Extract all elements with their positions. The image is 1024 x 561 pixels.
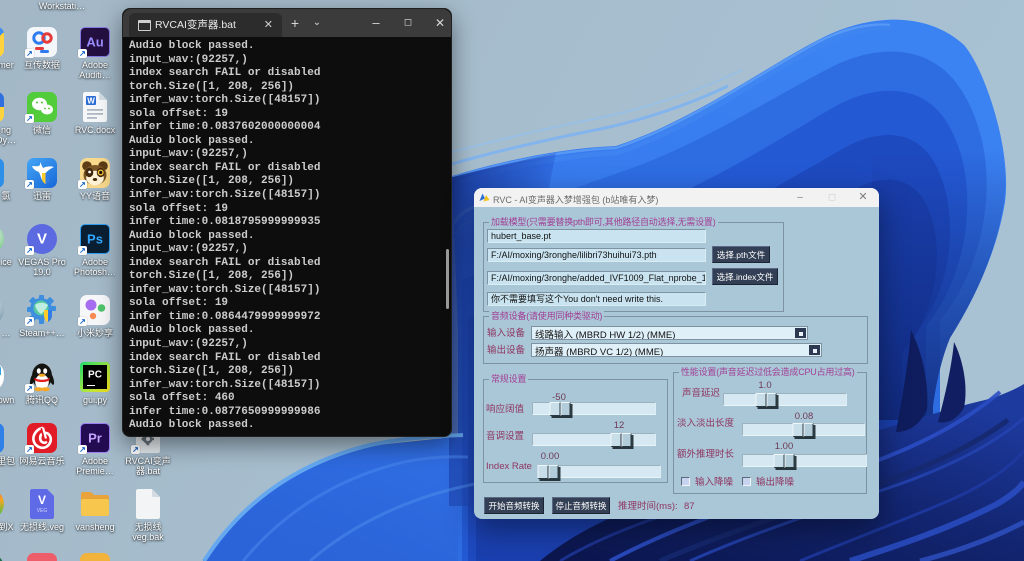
svg-text:VEG: VEG	[37, 508, 48, 514]
svg-text:W: W	[87, 97, 95, 106]
svg-text:V: V	[38, 493, 46, 507]
